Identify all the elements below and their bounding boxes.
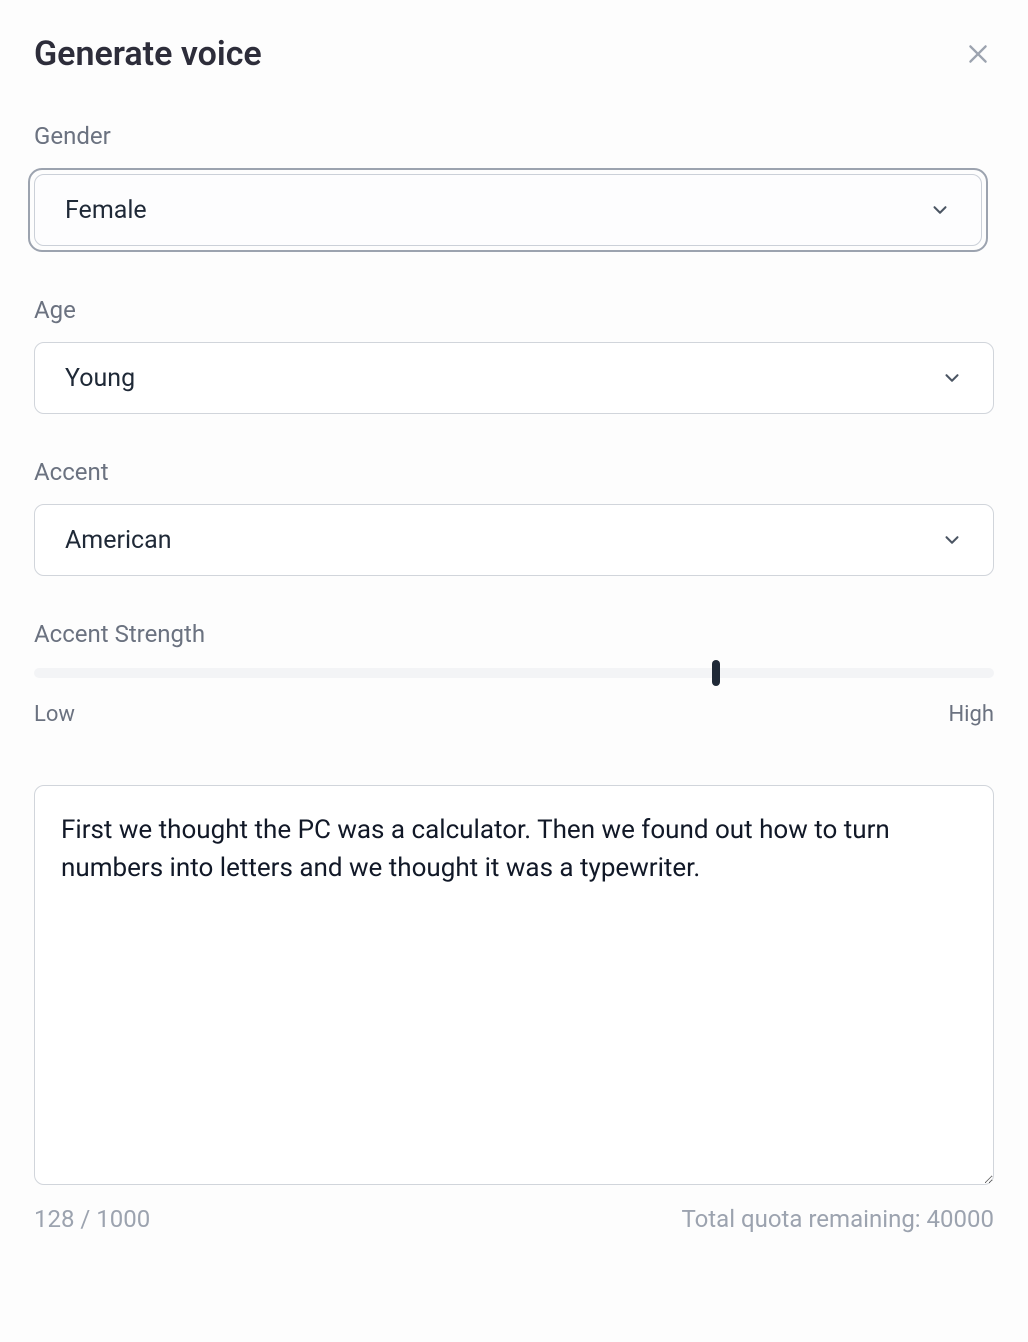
accent-select-value: American [65, 526, 172, 555]
age-select-wrapper: Young [34, 342, 994, 414]
accent-select-wrapper: American [34, 504, 994, 576]
chevron-down-icon [941, 529, 963, 551]
accent-strength-slider[interactable] [34, 668, 994, 678]
text-input[interactable] [34, 785, 994, 1185]
age-select-value: Young [65, 364, 135, 393]
slider-low-label: Low [34, 702, 75, 727]
dialog-title: Generate voice [34, 34, 262, 74]
slider-thumb[interactable] [712, 660, 720, 686]
gender-select[interactable]: Female [34, 174, 982, 246]
slider-range-labels: Low High [34, 702, 994, 727]
accent-strength-label: Accent Strength [34, 620, 994, 648]
accent-label: Accent [34, 458, 994, 486]
close-icon [965, 41, 991, 67]
gender-label: Gender [34, 122, 994, 150]
gender-field: Gender Female [34, 122, 994, 252]
dialog-header: Generate voice [34, 34, 994, 74]
gender-select-value: Female [65, 196, 147, 225]
age-field: Age Young [34, 296, 994, 414]
accent-field: Accent American [34, 458, 994, 576]
age-select[interactable]: Young [34, 342, 994, 414]
char-count: 128 / 1000 [34, 1205, 150, 1233]
footer-row: 128 / 1000 Total quota remaining: 40000 [34, 1205, 994, 1233]
accent-strength-field: Accent Strength Low High [34, 620, 994, 727]
gender-select-wrapper: Female [28, 168, 988, 252]
slider-high-label: High [948, 702, 994, 727]
chevron-down-icon [929, 199, 951, 221]
accent-select[interactable]: American [34, 504, 994, 576]
quota-remaining: Total quota remaining: 40000 [681, 1205, 994, 1233]
close-button[interactable] [962, 38, 994, 70]
chevron-down-icon [941, 367, 963, 389]
age-label: Age [34, 296, 994, 324]
